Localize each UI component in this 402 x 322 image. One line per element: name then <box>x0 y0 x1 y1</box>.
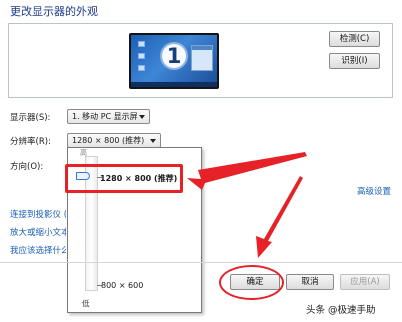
text-size-link[interactable]: 放大或缩小文本 <box>10 226 66 238</box>
help-link[interactable]: 我应该选择什么 <box>10 244 66 256</box>
watermark-text: 头条 @极速手助 <box>306 305 376 316</box>
projector-link[interactable]: 连接到投影仪 ( <box>10 208 66 220</box>
arrow-to-ok <box>256 176 303 258</box>
advanced-settings-link[interactable]: 高级设置 <box>357 185 391 197</box>
arrow-to-option <box>187 152 307 190</box>
watermark: 头条 @极速手助 <box>306 302 376 316</box>
divider <box>0 262 402 263</box>
apply-button[interactable]: 应用(A) <box>340 274 390 290</box>
highlight-ellipse <box>219 265 284 300</box>
cancel-button[interactable]: 取消 <box>286 274 334 290</box>
